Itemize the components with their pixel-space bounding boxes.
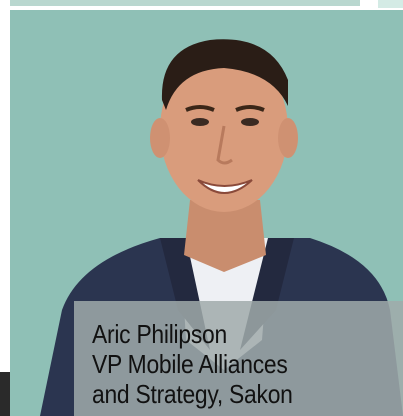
top-right-divider-strip [378, 0, 403, 8]
speaker-caption: Aric Philipson VP Mobile Alliances and S… [74, 301, 403, 416]
left-gutter [0, 10, 10, 416]
speaker-title-line-2: and Strategy, Sakon [92, 379, 293, 409]
adjacent-photo-edge [0, 372, 10, 416]
speaker-name: Aric Philipson [92, 319, 227, 349]
speaker-title-line-1: VP Mobile Alliances [92, 349, 288, 379]
speaker-photo-card[interactable]: Aric Philipson VP Mobile Alliances and S… [10, 10, 403, 416]
top-divider-strip [10, 0, 360, 6]
